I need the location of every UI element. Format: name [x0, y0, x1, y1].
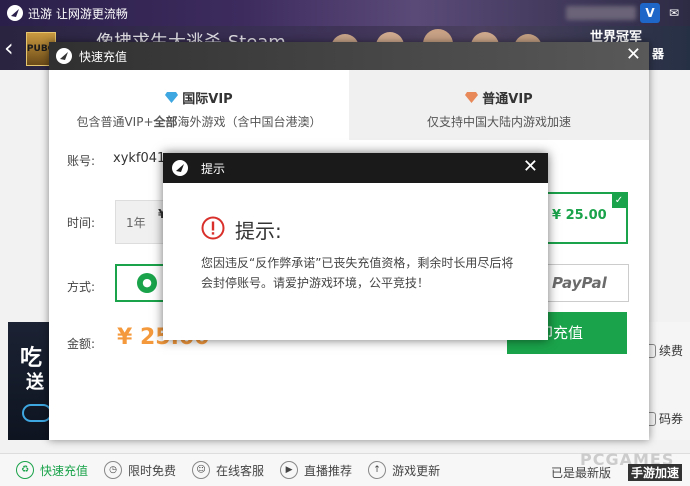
limited-free-button[interactable]: ◷ 限时免费	[104, 461, 176, 479]
support-icon: ☺	[192, 461, 211, 479]
tab-normal-label: 普通VIP	[482, 92, 533, 107]
titlebar-icons: V ✉	[566, 0, 690, 26]
tab-international-desc: 包含普通VIP+全部海外游戏（含中国台港澳）	[76, 115, 322, 129]
left-promo-banner[interactable]: 吃 送	[8, 322, 52, 440]
check-icon: ✓	[612, 194, 626, 208]
tab-international-label: 国际VIP	[182, 92, 233, 107]
live-icon: ▶	[280, 461, 299, 479]
header-promo-line2: 器	[652, 47, 665, 61]
live-recommend-button[interactable]: ▶ 直播推荐	[280, 461, 352, 479]
diamond-blue-icon	[165, 92, 179, 103]
diamond-orange-icon	[465, 92, 479, 103]
account-value: xykf041	[113, 151, 166, 166]
notice-heading: 提示:	[235, 219, 282, 243]
update-icon: ↑	[368, 461, 387, 479]
notice-message: 您因违反“反作弊承诺”已丧失充值资格，剩余时长用尽后将会封停账号。请爱护游戏环境…	[201, 256, 514, 290]
xunyou-logo-icon	[172, 160, 188, 176]
app-name: 迅游 让网游更流畅	[28, 7, 128, 21]
game-update-label: 游戏更新	[392, 463, 441, 478]
mail-icon[interactable]: ✉	[664, 3, 684, 23]
tab-normal-vip[interactable]: 普通VIP 仅支持中国大陆内游戏加速	[349, 70, 649, 140]
quick-recharge-label: 快速充值	[40, 463, 89, 478]
recharge-titlebar: 快速充值 ✕	[49, 42, 649, 70]
timer-icon: ◷	[104, 461, 123, 479]
period-selected-price: ¥ 25.00	[552, 208, 607, 223]
app-titlebar: 迅游 让网游更流畅 V ✉	[0, 0, 690, 26]
notice-title: 提示	[201, 162, 226, 176]
recharge-title: 快速充值	[79, 50, 128, 64]
tab-normal-desc: 仅支持中国大陆内游戏加速	[426, 115, 571, 129]
close-icon[interactable]: ✕	[626, 44, 641, 65]
live-recommend-label: 直播推荐	[304, 463, 353, 478]
close-icon[interactable]: ✕	[523, 156, 538, 177]
vip-badge-icon[interactable]: V	[640, 3, 660, 23]
online-service-button[interactable]: ☺ 在线客服	[192, 461, 264, 479]
renew-label: 续费	[659, 344, 684, 358]
banner-decoration	[22, 404, 52, 422]
notice-titlebar: 提示 ✕	[163, 153, 548, 183]
game-update-button[interactable]: ↑ 游戏更新	[368, 461, 440, 479]
tab-international-vip[interactable]: 国际VIP 包含普通VIP+全部海外游戏（含中国台港澳）	[49, 70, 349, 140]
method-label: 方式:	[67, 280, 96, 294]
online-service-label: 在线客服	[216, 463, 265, 478]
xunyou-logo-icon	[56, 48, 72, 64]
wechat-icon: ●	[137, 273, 157, 293]
back-icon[interactable]: ‹	[4, 34, 24, 62]
xunyou-logo-icon	[7, 5, 23, 21]
blurred-username	[566, 6, 636, 20]
period-1y-label: 1年	[126, 216, 146, 230]
quick-recharge-button[interactable]: ♻ 快速充值	[16, 461, 88, 479]
notice-modal: 提示 ✕ 提示: 您因违反“反作弊承诺”已丧失充值资格，剩余时长用尽后将会封停账…	[163, 153, 548, 340]
banner-text-2: 送	[26, 372, 44, 393]
limited-free-label: 限时免费	[128, 463, 177, 478]
amount-label: 金额:	[67, 337, 96, 351]
coupon-label: 码券	[659, 412, 684, 426]
recharge-icon: ♻	[16, 461, 34, 479]
watermark-badge: 手游加速	[628, 464, 683, 481]
time-label: 时间:	[67, 216, 96, 230]
paypal-logo: PayPal	[552, 274, 607, 292]
account-label: 账号:	[67, 154, 96, 168]
warning-icon	[201, 216, 225, 240]
